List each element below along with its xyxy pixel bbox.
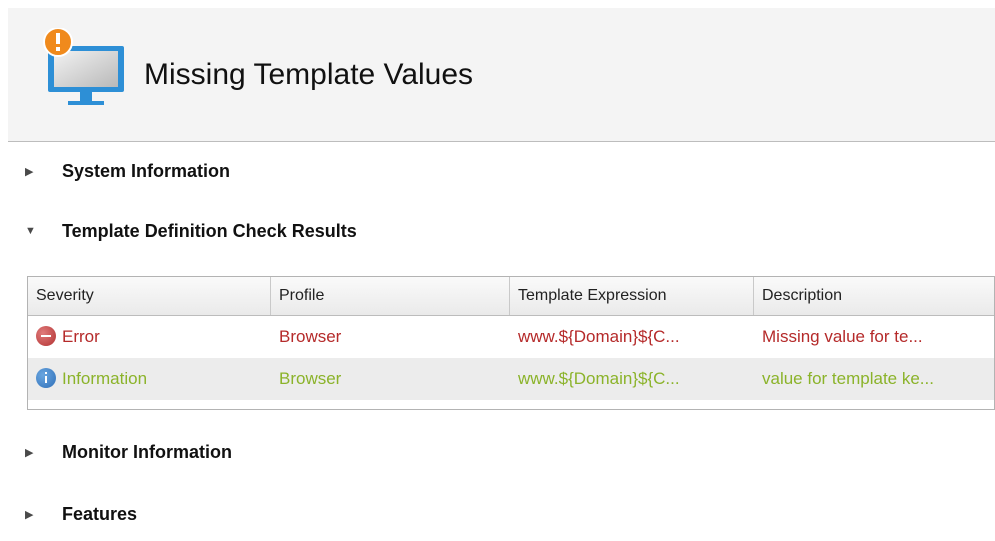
column-header-profile[interactable]: Profile [271, 277, 510, 315]
results-table: Severity Profile Template Expression Des… [27, 276, 995, 410]
page: Missing Template Values ▶ System Informa… [0, 0, 995, 541]
description-cell: Missing value for te... [762, 327, 923, 346]
profile-cell: Browser [279, 369, 342, 388]
collapse-arrow-icon[interactable]: ▼ [25, 225, 37, 237]
severity-cell: Information [28, 358, 271, 400]
table-row[interactable]: Error Browser www.${Domain}${C... Missin… [28, 316, 994, 358]
section-label: System Information [62, 160, 231, 181]
column-header-severity[interactable]: Severity [28, 277, 271, 315]
severity-text: Error [62, 327, 100, 346]
section-label: Template Definition Check Results [62, 220, 357, 241]
error-icon [36, 325, 56, 346]
info-icon [36, 367, 56, 388]
page-title: Missing Template Values [144, 58, 474, 91]
expand-arrow-icon[interactable]: ▶ [25, 508, 37, 521]
severity-text: Information [62, 369, 148, 388]
monitor-warning-icon [43, 28, 124, 105]
table-header: Severity Profile Template Expression Des… [28, 277, 994, 316]
page-header: Missing Template Values [8, 8, 995, 142]
column-header-template-expression[interactable]: Template Expression [510, 277, 754, 315]
expand-arrow-icon[interactable]: ▶ [25, 446, 37, 459]
profile-cell: Browser [279, 327, 342, 346]
template-expression-cell: www.${Domain}${C... [518, 327, 680, 346]
severity-cell: Error [28, 316, 271, 358]
section-label: Monitor Information [62, 441, 232, 462]
table-row[interactable]: Information Browser www.${Domain}${C... … [28, 358, 994, 400]
section-label: Features [62, 503, 138, 524]
template-expression-cell: www.${Domain}${C... [518, 369, 680, 388]
expand-arrow-icon[interactable]: ▶ [25, 165, 37, 178]
description-cell: value for template ke... [762, 369, 934, 388]
column-header-description[interactable]: Description [754, 277, 994, 315]
